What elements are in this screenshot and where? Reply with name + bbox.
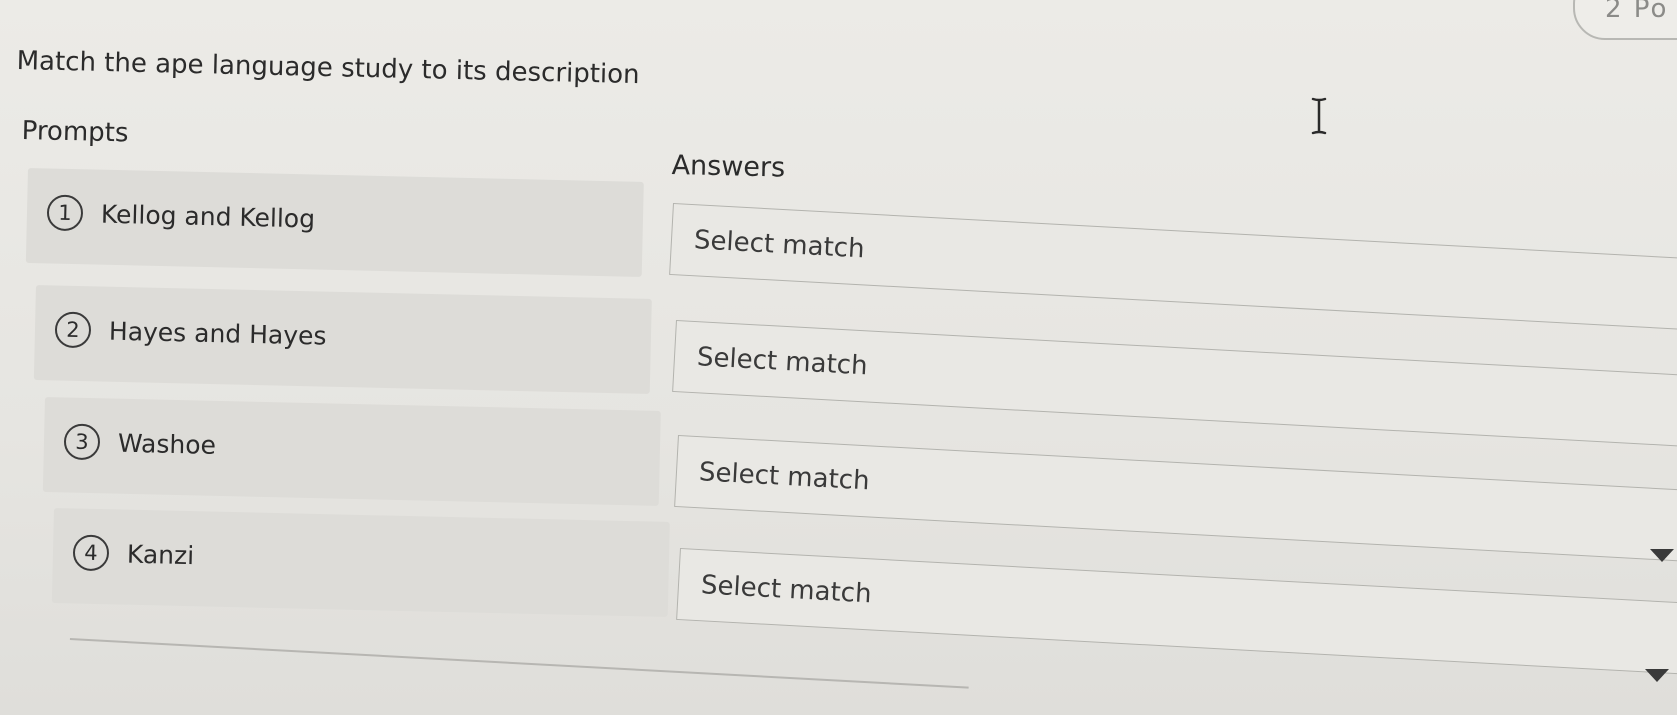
divider: [69, 638, 969, 689]
prompt-label: Kellog and Kellog: [100, 199, 316, 234]
answer-select-value: Select match: [696, 342, 869, 382]
points-badge: 2 Po: [1573, 0, 1677, 40]
chevron-down-icon[interactable]: [1645, 669, 1669, 682]
prompt-label: Washoe: [117, 428, 217, 460]
answers-heading: Answers: [671, 150, 786, 184]
prompt-number-badge: 4: [72, 534, 110, 572]
prompts-heading: Prompts: [21, 116, 129, 149]
answer-select-4[interactable]: Select match: [676, 548, 1677, 680]
prompt-item-2: 2 Hayes and Hayes: [33, 285, 652, 394]
chevron-down-icon[interactable]: [1650, 549, 1674, 562]
quiz-page: 2 Po Match the ape language study to its…: [0, 0, 1677, 715]
answer-select-1[interactable]: Select match: [669, 203, 1677, 335]
prompt-item-4: 4 Kanzi: [51, 508, 670, 617]
prompt-number-badge: 2: [54, 311, 92, 349]
answer-select-value: Select match: [698, 457, 871, 497]
points-label: 2 Po: [1605, 0, 1669, 24]
answer-select-2[interactable]: Select match: [672, 320, 1677, 452]
prompt-item-3: 3 Washoe: [42, 397, 661, 506]
question-text: Match the ape language study to its desc…: [16, 46, 640, 91]
prompt-label: Hayes and Hayes: [108, 316, 327, 351]
answer-select-value: Select match: [693, 225, 866, 265]
text-cursor-icon: [1311, 97, 1327, 135]
answer-select-value: Select match: [700, 570, 873, 610]
prompt-number-badge: 1: [46, 194, 84, 232]
prompt-number-badge: 3: [63, 423, 101, 461]
answer-select-3[interactable]: Select match: [674, 435, 1677, 567]
prompt-label: Kanzi: [126, 539, 195, 571]
prompt-item-1: 1 Kellog and Kellog: [25, 168, 644, 277]
